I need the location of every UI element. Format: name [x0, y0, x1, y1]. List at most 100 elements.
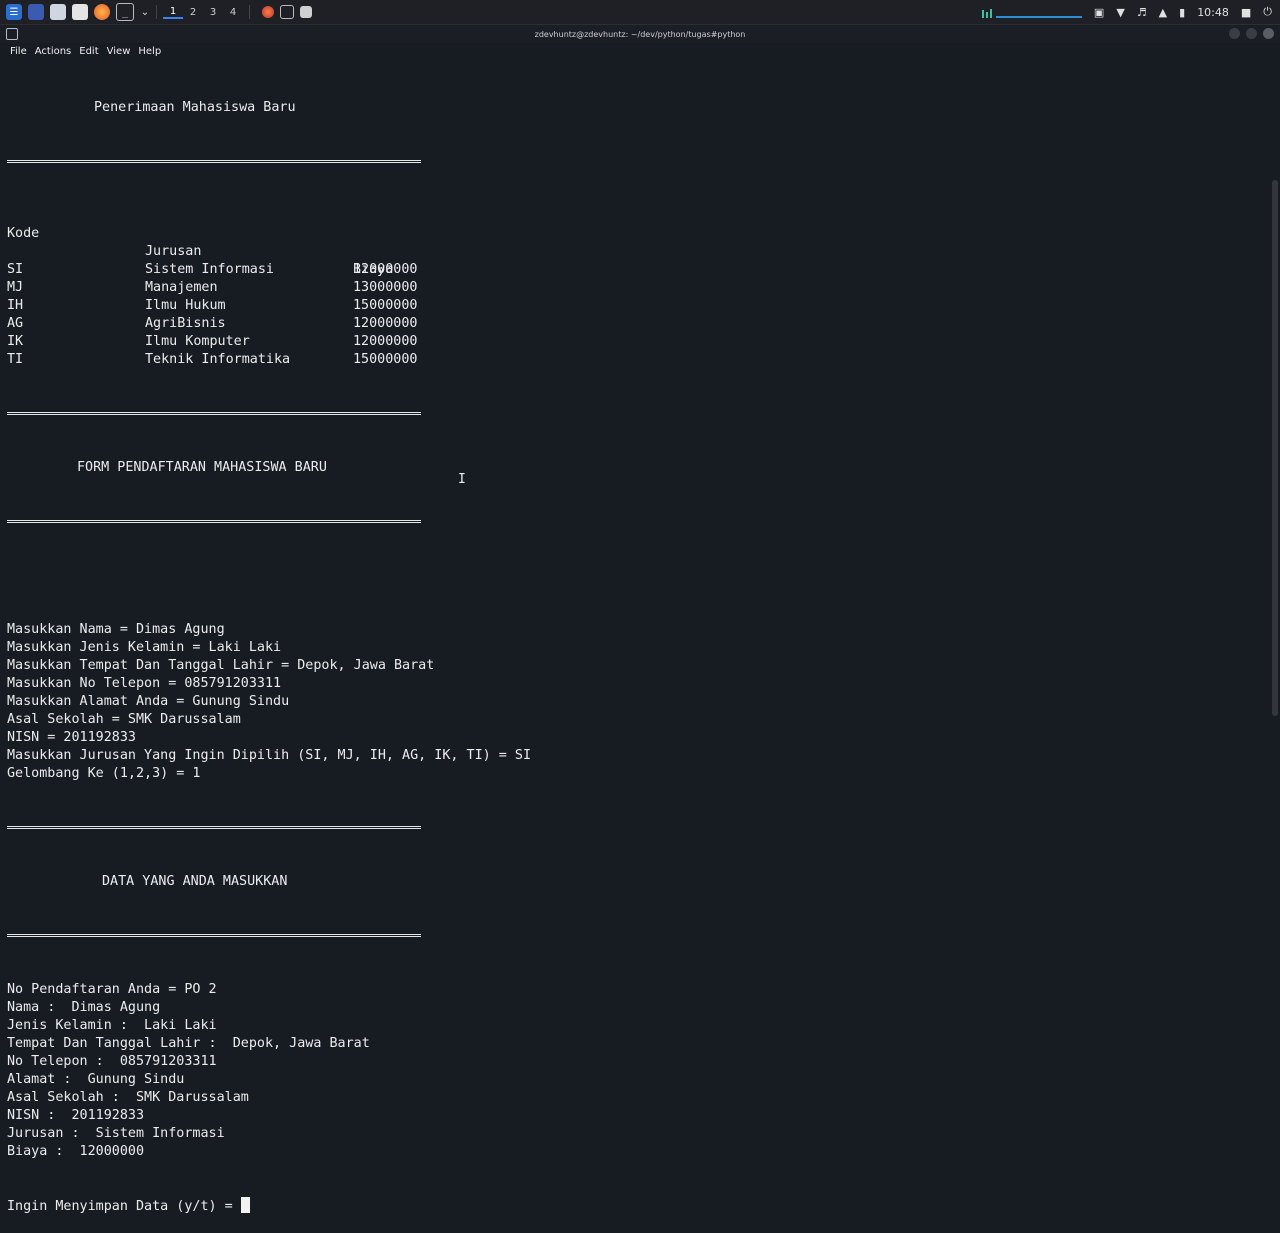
- form-line: Masukkan No Telepon = 085791203311: [7, 676, 282, 691]
- text-editor-icon[interactable]: [72, 4, 88, 20]
- terminal-small-icon[interactable]: [280, 5, 294, 19]
- window-title: zdevhuntz@zdevhuntz: ~/dev/python/tugas#…: [534, 29, 746, 39]
- row-kode: SI: [7, 262, 24, 277]
- double-divider: [7, 405, 1267, 423]
- maximize-button[interactable]: [1246, 28, 1257, 39]
- form-input-lines: Masukkan Nama = Dimas Agung Masukkan Jeni…: [7, 621, 1267, 783]
- row-biaya: 15000000: [353, 352, 418, 367]
- data-line: No Telepon : 085791203311: [7, 1054, 217, 1069]
- window-titlebar[interactable]: zdevhuntz@zdevhuntz: ~/dev/python/tugas#…: [0, 25, 1280, 43]
- close-button[interactable]: [1263, 28, 1274, 39]
- table-row: IK Ilmu Komputer 12000000: [7, 333, 1267, 351]
- double-divider: [7, 927, 1267, 945]
- app-icon[interactable]: [262, 6, 274, 18]
- network-icon[interactable]: ▼: [1116, 6, 1124, 19]
- table-row: AG AgriBisnis 12000000: [7, 315, 1267, 333]
- table-row: SI Sistem Informasi 12000000: [7, 261, 1267, 279]
- workspace-2[interactable]: 2: [183, 7, 203, 18]
- volume-icon[interactable]: ♬: [1137, 6, 1147, 19]
- data-line: Asal Sekolah : SMK Darussalam: [7, 1090, 249, 1105]
- row-biaya: 12000000: [353, 334, 418, 349]
- menu-bar: File Actions Edit View Help: [0, 43, 1280, 60]
- file-manager-icon[interactable]: [50, 4, 66, 20]
- data-line: Jenis Kelamin : Laki Laki: [7, 1018, 217, 1033]
- form-line: NISN = 201192833: [7, 730, 136, 745]
- data-title-line: DATA YANG ANDA MASUKKAN: [7, 873, 1267, 891]
- double-divider: [7, 819, 1267, 837]
- power-icon[interactable]: ⏻: [1263, 5, 1272, 19]
- row-biaya: 15000000: [353, 298, 418, 313]
- form-line: Masukkan Nama = Dimas Agung: [7, 622, 225, 637]
- header-title-line: Penerimaan Mahasiswa Baru: [7, 99, 1267, 117]
- row-jurusan: AgriBisnis: [145, 316, 226, 331]
- col-jurusan: Jurusan: [145, 244, 202, 259]
- network-graph-icon: [981, 3, 1082, 21]
- data-title: DATA YANG ANDA MASUKKAN: [102, 874, 288, 889]
- table-row: IH Ilmu Hukum 15000000: [7, 297, 1267, 315]
- workspace-4[interactable]: 4: [223, 7, 243, 18]
- save-prompt: Ingin Menyimpan Data (y/t) =: [7, 1199, 241, 1214]
- system-tray: ▣ ▼ ♬ ▲ ▮ 10:48 ■ ⏻: [981, 0, 1280, 24]
- form-title-line: FORM PENDAFTARAN MAHASISWA BARU: [7, 459, 1267, 477]
- menu-actions[interactable]: Actions: [35, 46, 72, 57]
- window-controls: [1229, 28, 1274, 39]
- form-line: Asal Sekolah = SMK Darussalam: [7, 712, 241, 727]
- row-biaya: 13000000: [353, 280, 418, 295]
- terminal-output[interactable]: Penerimaan Mahasiswa Baru Kode Jurusan B…: [7, 63, 1267, 1214]
- table-body: SI Sistem Informasi 12000000 MJ Manajemen 130…: [7, 261, 1267, 369]
- terminal-icon[interactable]: _: [116, 3, 134, 21]
- row-jurusan: Ilmu Komputer: [145, 334, 250, 349]
- row-jurusan: Teknik Informatika: [145, 352, 291, 367]
- row-jurusan: Sistem Informasi: [145, 262, 274, 277]
- lock-icon[interactable]: ■: [1241, 6, 1251, 19]
- bell-icon[interactable]: ▲: [1159, 6, 1167, 19]
- row-kode: MJ: [7, 280, 24, 295]
- data-line: Alamat : Gunung Sindu: [7, 1072, 185, 1087]
- panel-separator: [156, 5, 157, 19]
- col-kode: Kode: [7, 226, 40, 241]
- notes-icon[interactable]: [300, 6, 312, 18]
- form-line: Masukkan Jenis Kelamin = Laki Laki: [7, 640, 282, 655]
- desktop-icon[interactable]: [28, 4, 44, 20]
- table-row: MJ Manajemen 13000000: [7, 279, 1267, 297]
- terminal-window-icon: [6, 28, 18, 40]
- data-output-lines: No Pendaftaran Anda = PO 2 Nama : Dimas A…: [7, 981, 1267, 1161]
- form-line: Gelombang Ke (1,2,3) = 1: [7, 766, 201, 781]
- form-line: Masukkan Alamat Anda = Gunung Sindu: [7, 694, 290, 709]
- data-line: Tempat Dan Tanggal Lahir : Depok, Jawa B…: [7, 1036, 370, 1051]
- menu-view[interactable]: View: [107, 46, 131, 57]
- firefox-icon[interactable]: [94, 4, 110, 20]
- menu-file[interactable]: File: [10, 46, 27, 57]
- row-biaya: 12000000: [353, 262, 418, 277]
- menu-edit[interactable]: Edit: [79, 46, 98, 57]
- row-biaya: 12000000: [353, 316, 418, 331]
- kali-menu-icon[interactable]: ☰: [6, 4, 22, 20]
- data-line: Biaya : 12000000: [7, 1144, 145, 1159]
- row-kode: IH: [7, 298, 24, 313]
- data-line: NISN : 201192833: [7, 1108, 145, 1123]
- data-line: Nama : Dimas Agung: [7, 1000, 161, 1015]
- terminal-scrollbar[interactable]: [1272, 180, 1278, 716]
- camera-icon[interactable]: ▣: [1094, 6, 1104, 19]
- form-line: Masukkan Jurusan Yang Ingin Dipilih (SI,…: [7, 748, 532, 763]
- panel-separator: [249, 5, 250, 19]
- minimize-button[interactable]: [1229, 28, 1240, 39]
- row-kode: TI: [7, 352, 24, 367]
- top-panel: ☰ _ ⌄ 1 2 3 4 ▣ ▼ ♬ ▲ ▮ 10:48 ■ ⏻: [0, 0, 1280, 25]
- menu-help[interactable]: Help: [138, 46, 161, 57]
- workspace-3[interactable]: 3: [203, 7, 223, 18]
- clock[interactable]: 10:48: [1197, 6, 1229, 19]
- form-line: Masukkan Tempat Dan Tanggal Lahir = Depo…: [7, 658, 435, 673]
- prompt-line[interactable]: Ingin Menyimpan Data (y/t) =: [7, 1197, 1267, 1215]
- battery-icon[interactable]: ▮: [1179, 6, 1185, 19]
- workspace-1[interactable]: 1: [163, 6, 183, 19]
- table-header-row: Kode Jurusan Biaya: [7, 207, 1267, 277]
- double-divider: [7, 153, 1267, 171]
- chevron-down-icon[interactable]: ⌄: [140, 4, 150, 20]
- row-kode: IK: [7, 334, 24, 349]
- form-title: FORM PENDAFTARAN MAHASISWA BARU: [77, 460, 327, 475]
- data-line: Jurusan : Sistem Informasi: [7, 1126, 225, 1141]
- row-jurusan: Manajemen: [145, 280, 218, 295]
- table-row: TI Teknik Informatika 15000000: [7, 351, 1267, 369]
